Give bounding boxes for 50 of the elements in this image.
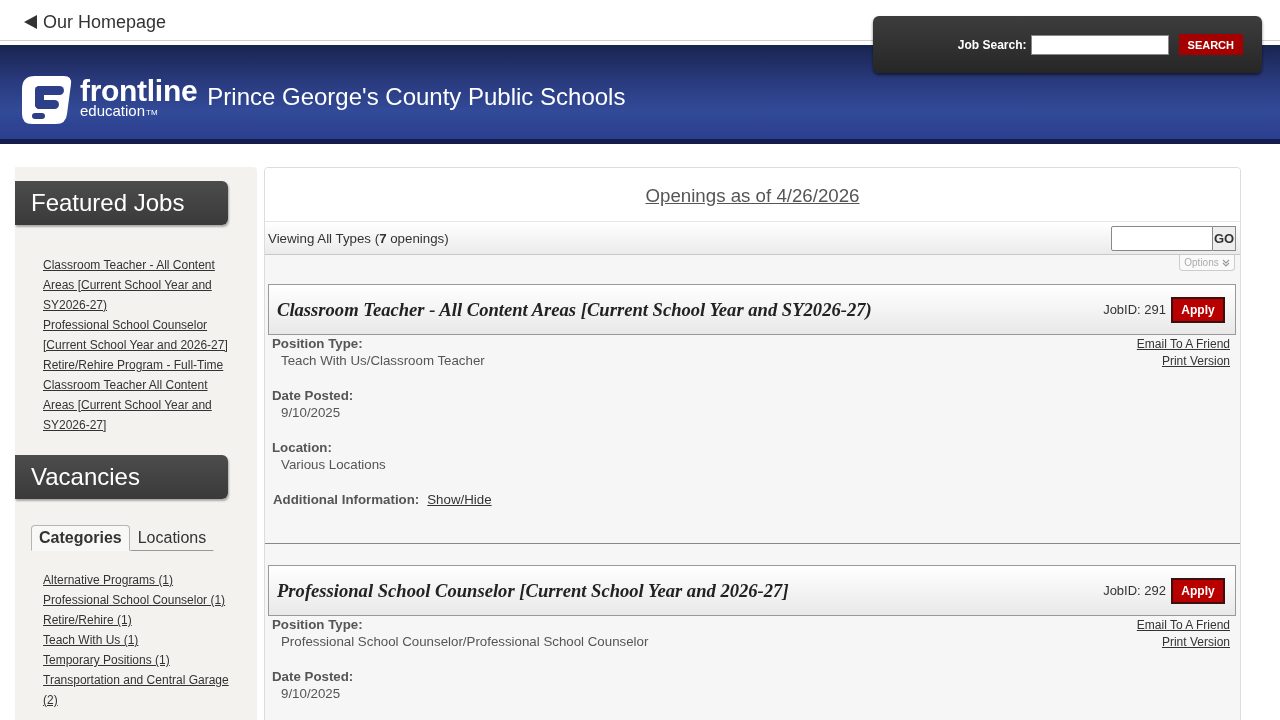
field-value: Professional School Counselor/Professional School Counselor xyxy=(281,634,649,650)
go-button[interactable]: GO xyxy=(1213,225,1236,251)
field-label: Position Type: xyxy=(272,336,363,352)
field-label: Additional Information: xyxy=(273,492,420,508)
category-link[interactable]: Alternative Programs (1) xyxy=(43,570,174,590)
category-link[interactable]: Professional School Counselor (1) xyxy=(43,590,226,610)
field-value: Various Locations xyxy=(281,457,386,473)
logo-icon xyxy=(22,76,72,124)
featured-job-link[interactable]: Classroom Teacher - All Content Areas [Current School Year and SY2026-27) xyxy=(43,255,235,315)
vacancies-tab[interactable]: Categories xyxy=(31,525,130,551)
job-action-link[interactable]: Email To A Friend xyxy=(1136,336,1230,353)
show-hide-link[interactable]: Show/Hide xyxy=(427,492,492,508)
back-arrow-icon xyxy=(24,15,37,29)
search-button[interactable]: SEARCH xyxy=(1178,34,1243,55)
job-search-field[interactable] xyxy=(1030,34,1169,55)
district-title: Prince George's County Public Schools xyxy=(207,83,626,111)
logo-tagline: education xyxy=(80,103,146,118)
job-action-link[interactable]: Email To A Friend xyxy=(1136,617,1230,634)
field-value: Teach With Us/Classroom Teacher xyxy=(281,353,485,369)
openings-summary: Viewing All Types (7 openings) xyxy=(268,230,449,246)
job-id: JobID: 291 xyxy=(1103,302,1166,317)
job-title: Classroom Teacher - All Content Areas [Current School Year and SY2026-27) xyxy=(277,298,872,321)
job-title: Professional School Counselor [Current School Year and 2026-27] xyxy=(277,579,789,602)
field-value: 9/10/2025 xyxy=(281,686,341,702)
section-header: Featured Jobs xyxy=(15,181,228,225)
field-label: Date Posted: xyxy=(272,669,354,685)
logo-wordmark: frontline xyxy=(80,77,198,105)
field-label: Date Posted: xyxy=(272,388,354,404)
vacancies-tab[interactable]: Locations xyxy=(129,525,215,551)
openings-heading-link[interactable]: Openings as of 4/26/2026 xyxy=(645,184,860,207)
job-action-link[interactable]: Print Version xyxy=(1161,352,1230,369)
apply-button[interactable]: Apply xyxy=(1171,296,1225,323)
double-chevron-down-icon xyxy=(1221,258,1230,267)
field-label: Location: xyxy=(272,440,332,456)
category-link[interactable]: Retire/Rehire (1) xyxy=(43,610,132,630)
job-action-link[interactable]: Print Version xyxy=(1161,633,1230,650)
field-label: Position Type: xyxy=(272,617,363,633)
featured-job-link[interactable]: Retire/Rehire Program - Full-Time Classroom Teacher All Content Areas [Current School Year and SY2026-27] xyxy=(43,355,235,435)
job-id: JobID: 292 xyxy=(1103,583,1166,598)
job-search-label: Job Search: xyxy=(957,37,1027,52)
featured-job-link[interactable]: Professional School Counselor [Current School Year and 2026-27] xyxy=(43,315,235,355)
apply-button[interactable]: Apply xyxy=(1171,577,1225,604)
category-link[interactable]: Transportation and Central Garage (2) xyxy=(43,670,235,710)
category-link[interactable]: Temporary Positions (1) xyxy=(43,650,170,670)
homepage-link[interactable]: Our Homepage xyxy=(24,11,167,33)
section-header: Vacancies xyxy=(15,455,228,499)
filter-field[interactable] xyxy=(1111,225,1213,251)
trademark-mark: TM xyxy=(146,109,158,117)
category-link[interactable]: Teach With Us (1) xyxy=(43,630,139,650)
field-value: 9/10/2025 xyxy=(281,405,341,421)
